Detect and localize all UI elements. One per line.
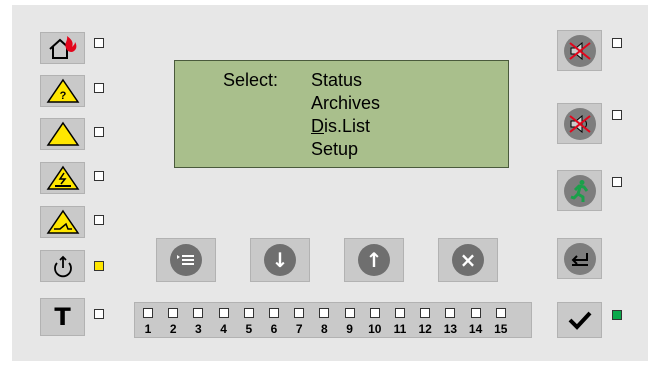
back-button[interactable] (557, 238, 602, 279)
zone-number-5: 5 (245, 322, 253, 336)
svg-text:?: ? (59, 90, 66, 102)
fire-alarm-button[interactable] (40, 32, 85, 64)
warning-triangle-icon (46, 121, 79, 146)
zone-number-6: 6 (270, 322, 278, 336)
fault-warning-indicator (94, 83, 104, 93)
zone-led-9 (344, 308, 355, 318)
evacuate-button[interactable] (557, 170, 602, 211)
warning-power-icon (46, 165, 79, 190)
power-button[interactable] (40, 250, 85, 282)
zone-number-10: 10 (368, 322, 382, 336)
zone-led-12 (420, 308, 431, 318)
fault-warning-button[interactable]: ? (40, 75, 85, 107)
checkmark-icon (568, 311, 591, 330)
confirm-indicator (612, 310, 622, 320)
arrow-up-icon: ↑ (358, 244, 390, 276)
zone-led-5 (243, 308, 254, 318)
zone-number-9: 9 (346, 322, 353, 336)
fire-alarm-indicator (94, 38, 104, 48)
zone-led-13 (445, 308, 456, 318)
cancel-button[interactable]: × (438, 238, 498, 282)
test-indicator (94, 309, 104, 319)
general-warning-indicator (94, 127, 104, 137)
test-button[interactable]: T (40, 298, 85, 336)
general-warning-button[interactable] (40, 118, 85, 150)
zone-number-7: 7 (295, 322, 303, 336)
silence-buzzer-indicator (612, 38, 622, 48)
power-fault-button[interactable] (40, 162, 85, 194)
zone-number-12: 12 (418, 322, 432, 336)
buzzer-muted-icon (563, 34, 596, 67)
disablement-button[interactable] (40, 206, 85, 238)
disablement-indicator (94, 215, 104, 225)
zone-led-6 (269, 308, 279, 318)
power-indicator (94, 261, 104, 271)
zone-number-13: 13 (443, 322, 458, 336)
silence-sounders-indicator (612, 110, 622, 120)
arrow-down-icon: ↓ (264, 244, 296, 276)
menu-item-status[interactable]: Status (311, 70, 362, 90)
lcd-display: Select: Status Archives Dis.List Setup (174, 60, 509, 168)
zone-led-7 (294, 308, 305, 318)
power-icon (53, 255, 72, 278)
zone-number-15: 15 (494, 322, 508, 336)
evacuate-indicator (612, 177, 622, 187)
warning-disable-icon (46, 209, 79, 234)
warning-question-icon: ? (46, 78, 79, 103)
zone-number-11: 11 (393, 322, 407, 336)
zone-led-14 (470, 308, 481, 318)
down-button[interactable]: ↓ (250, 238, 310, 282)
zone-number-2: 2 (169, 322, 177, 336)
zone-led-4 (218, 308, 229, 318)
zone-led-11 (395, 308, 405, 318)
zone-number-14: 14 (468, 322, 483, 336)
zone-number-3: 3 (195, 322, 202, 336)
zone-led-15 (495, 308, 506, 318)
zone-number-4: 4 (220, 322, 227, 336)
confirm-button[interactable] (557, 302, 602, 338)
menu-item-dislist[interactable]: Dis.List (311, 116, 370, 136)
test-t-icon: T (54, 303, 71, 331)
zone-led-1 (143, 308, 153, 318)
silence-sounders-button[interactable] (557, 103, 602, 144)
silence-buzzer-button[interactable] (557, 30, 602, 71)
house-fire-icon (48, 36, 76, 59)
zone-led-8 (319, 308, 330, 318)
power-fault-indicator (94, 171, 104, 181)
zone-led-3 (193, 308, 204, 318)
close-icon: × (452, 244, 484, 276)
zone-number-8: 8 (321, 322, 328, 336)
running-man-icon (563, 174, 596, 207)
menu-item-setup[interactable]: Setup (311, 139, 358, 159)
menu-item-archives[interactable]: Archives (311, 93, 380, 113)
up-button[interactable]: ↑ (344, 238, 404, 282)
select-label: Select: (223, 70, 279, 90)
zone-indicator-bar: 1 2 3 4 5 6 7 8 9 10 11 12 13 14 15 (134, 302, 532, 338)
sounder-muted-icon (563, 107, 596, 140)
zone-number-1: 1 (144, 322, 152, 336)
zone-led-10 (369, 308, 380, 318)
zone-led-2 (168, 308, 179, 318)
menu-list-icon (170, 244, 202, 276)
return-arrow-icon (563, 242, 596, 275)
menu-button[interactable] (156, 238, 216, 282)
